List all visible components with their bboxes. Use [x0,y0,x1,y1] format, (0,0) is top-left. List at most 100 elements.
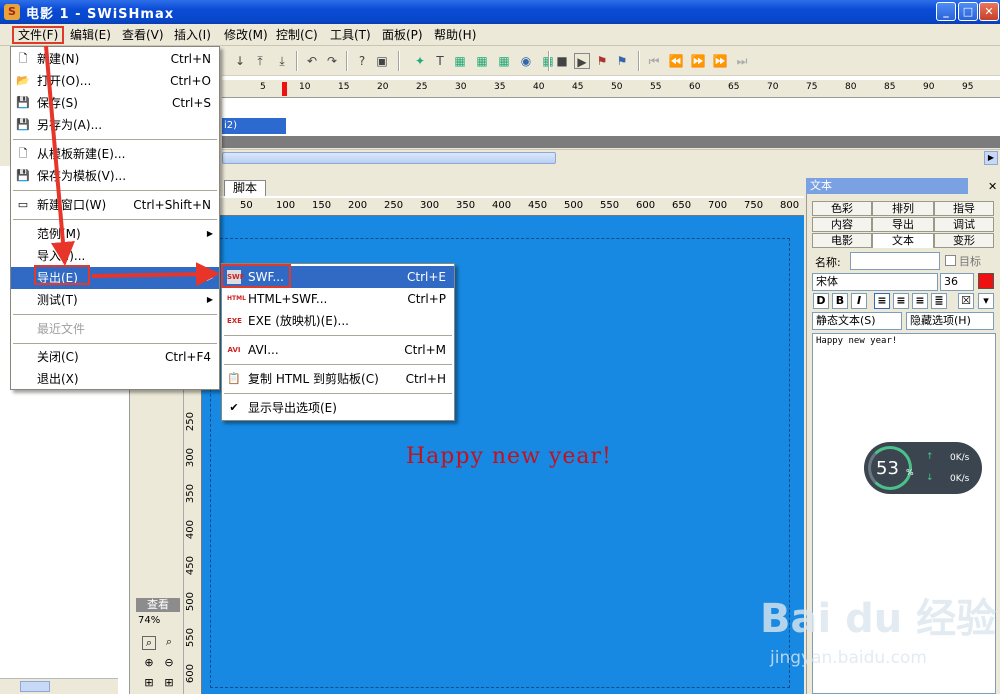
move-bottom-icon[interactable]: ⤓ [274,53,290,69]
book-icon[interactable]: ▣ [374,53,390,69]
insert-shape-icon[interactable]: ◉ [518,53,534,69]
zoom-fit-icon[interactable]: ⌕ [142,636,156,650]
menu-item-save-as[interactable]: 💾 另存为(A)... [11,114,219,136]
forward-icon[interactable]: ⏩ [712,53,728,69]
font-select[interactable]: 宋体 [812,273,938,291]
timeline-ruler: 5101520253035404550556065707580859095100 [222,80,1000,98]
align-right-icon[interactable]: ≡ [912,293,928,309]
insert-button-icon[interactable]: ▦ [452,53,468,69]
insert-scene-icon[interactable]: ✦ [412,53,428,69]
text-options-icon[interactable]: ☒ [958,293,974,309]
menu-item-copy-html[interactable]: 📋 复制 HTML 到剪贴板(C) Ctrl+H [222,368,454,390]
tab-color[interactable]: 色彩 [812,201,872,216]
undo-icon[interactable]: ↶ [304,53,320,69]
tab-export[interactable]: 导出 [872,217,934,232]
move-top-icon[interactable]: ⤒ [252,53,268,69]
tab-transform[interactable]: 变形 [934,233,994,248]
menu-tools[interactable]: 工具(T) [326,26,375,44]
grid-icon[interactable]: ⊞ [142,676,156,690]
next-frame-icon[interactable]: ⏩ [690,53,706,69]
stage-text-object[interactable]: Happy new year! [406,444,612,469]
insert-sprite-icon[interactable]: ▦ [474,53,490,69]
menu-insert[interactable]: 插入(I) [170,26,215,44]
menu-item-export-avi[interactable]: AVI AVI... Ctrl+M [222,339,454,361]
panel-close-icon[interactable]: ✕ [988,180,997,193]
target-checkbox[interactable] [945,255,956,266]
menu-item-new-window[interactable]: ▭ 新建窗口(W) Ctrl+Shift+N [11,194,219,216]
align-center-icon[interactable]: ≡ [893,293,909,309]
timeline-clip[interactable]: i2) [222,118,286,134]
menu-panels[interactable]: 面板(P) [378,26,427,44]
play-icon[interactable]: ▶ [574,53,590,69]
justify-icon[interactable]: ≣ [931,293,947,309]
help-pointer-icon[interactable]: ? [354,53,370,69]
menu-item-new[interactable]: 🗋 新建(N) Ctrl+N [11,48,219,70]
name-input[interactable] [850,252,940,270]
menu-item-close[interactable]: 关闭(C) Ctrl+F4 [11,346,219,368]
menu-control[interactable]: 控制(C) [272,26,322,44]
menu-item-export-exe[interactable]: EXE EXE (放映机)(E)... [222,310,454,332]
tab-guide[interactable]: 指导 [934,201,994,216]
redo-icon[interactable]: ↷ [324,53,340,69]
zoom-in-icon[interactable]: ⊕ [142,656,156,670]
menu-item-save[interactable]: 💾 保存(S) Ctrl+S [11,92,219,114]
minimize-button[interactable]: _ [936,2,956,21]
timeline-tick: 95 [962,82,974,92]
align-left-icon[interactable]: ≡ [874,293,890,309]
menu-view[interactable]: 查看(V) [118,26,168,44]
stop-icon[interactable]: ■ [554,53,570,69]
tab-text[interactable]: 文本 [872,233,934,248]
outline-scroll-thumb[interactable] [20,681,50,692]
zoom-out-icon[interactable]: ⊖ [162,656,176,670]
text-direction-button[interactable]: D [813,293,829,309]
exe-icon: EXE [227,317,242,325]
menu-file[interactable]: 文件(F) [12,26,65,44]
tab-arrange[interactable]: 排列 [872,201,934,216]
bold-button[interactable]: B [832,293,848,309]
tab-debug[interactable]: 调试 [934,217,994,232]
maximize-button[interactable]: □ [958,2,978,21]
text-color-swatch[interactable] [978,273,994,289]
outline-scrollbar[interactable] [0,678,118,694]
menu-item-examples[interactable]: 范例(M) ▶ [11,223,219,245]
close-button[interactable]: ✕ [979,2,999,21]
insert-text-icon[interactable]: T [432,53,448,69]
text-type-select[interactable]: 静态文本(S) [812,312,902,330]
zoom-100-icon[interactable]: ⌕ [162,636,176,650]
zoom-select[interactable]: 74% [138,615,176,629]
scrollbar-thumb[interactable] [222,152,556,164]
first-frame-icon[interactable]: ⏮ [646,53,662,69]
timeline-tick: 55 [650,82,662,92]
menu-item-new-from-template[interactable]: 🗋 从模板新建(E)... [11,143,219,165]
tab-content[interactable]: 内容 [812,217,872,232]
menu-modify[interactable]: 修改(M) [220,26,272,44]
move-down-icon[interactable]: ↓ [232,53,248,69]
insert-image-icon[interactable]: ▦ [496,53,512,69]
prev-frame-icon[interactable]: ⏪ [668,53,684,69]
play-frame-icon[interactable]: ⚑ [594,53,610,69]
menu-item-show-export-options[interactable]: ✔ 显示导出选项(E) [222,397,454,419]
play-effect-icon[interactable]: ⚑ [614,53,630,69]
toolbar-separator [548,51,550,71]
panel-title: 文本 [806,178,968,194]
menu-item-open[interactable]: 📂 打开(O)... Ctrl+O [11,70,219,92]
menu-item-save-as-template[interactable]: 💾 保存为模板(V)... [11,165,219,187]
menu-help[interactable]: 帮助(H) [430,26,480,44]
font-size-select[interactable]: 36 [940,273,974,291]
timeline-scrollbar[interactable]: ▶ [222,149,1000,166]
snap-icon[interactable]: ⊞ [162,676,176,690]
last-frame-icon[interactable]: ⏭ [734,53,750,69]
menu-item-test[interactable]: 测试(T) ▶ [11,289,219,311]
scroll-right-button[interactable]: ▶ [984,151,998,165]
menu-item-export-html-swf[interactable]: HTML HTML+SWF... Ctrl+P [222,288,454,310]
more-options-icon[interactable]: ▾ [978,293,994,309]
tab-script[interactable]: 脚本 [224,180,266,196]
hide-options-button[interactable]: 隐藏选项(H) [906,312,994,330]
tab-movie[interactable]: 电影 [812,233,872,248]
speed-percent: 53 [876,458,899,479]
menu-item-import[interactable]: 导入(I)... [11,245,219,267]
menu-item-exit[interactable]: 退出(X) [11,368,219,390]
playhead-marker[interactable] [282,82,287,96]
menu-edit[interactable]: 编辑(E) [66,26,115,44]
italic-button[interactable]: I [851,293,867,309]
